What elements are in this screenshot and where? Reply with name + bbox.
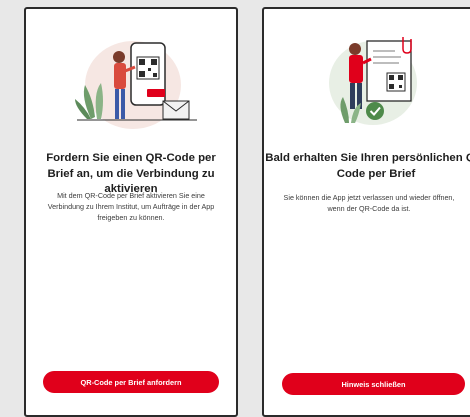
description-text: Mit dem QR-Code per Brief aktivieren Sie…	[47, 191, 215, 222]
request-qr-code-button[interactable]: QR-Code per Brief anfordern	[43, 371, 219, 393]
screen-qr-code-coming: Bald erhalten Sie Ihren persönlichen QR-…	[262, 7, 470, 417]
description-text: Sie können die App jetzt verlassen und w…	[283, 193, 455, 213]
screen-request-qr-code: Fordern Sie einen QR-Code per Brief an, …	[24, 7, 238, 417]
close-hint-button[interactable]: Hinweis schließen	[282, 373, 465, 395]
woman-phone-qr-letter-illustration	[26, 27, 236, 137]
man-letter-qr-check-illustration	[264, 27, 470, 137]
headline: Bald erhalten Sie Ihren persönlichen QR-…	[265, 152, 470, 180]
